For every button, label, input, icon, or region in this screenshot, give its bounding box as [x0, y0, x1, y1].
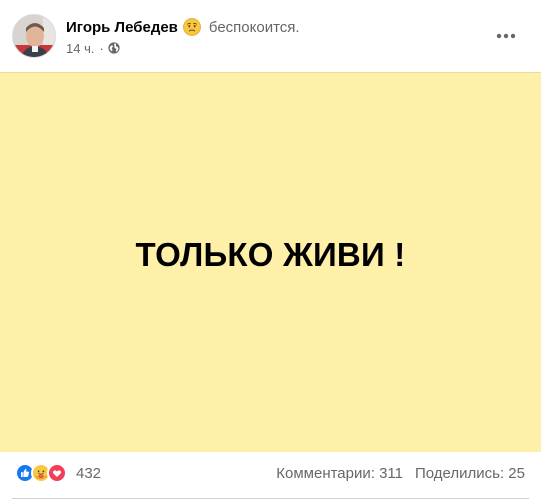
post-header: Игорь Лебедев беспокоится. 14 ч. · — [0, 0, 541, 72]
reaction-count: 432 — [76, 464, 102, 482]
reactions-summary[interactable]: 432 — [15, 463, 101, 483]
shares-count-link[interactable]: Поделились: 25 — [415, 465, 525, 482]
avatar-image — [13, 15, 55, 57]
author-line: Игорь Лебедев беспокоится. — [66, 17, 300, 37]
post-meta: 14 ч. · — [66, 40, 120, 56]
engagement-stats: Комментарии: 311 Поделились: 25 — [276, 465, 525, 482]
post-card: Игорь Лебедев беспокоится. 14 ч. · ТОЛЬК… — [0, 0, 541, 499]
post-text: ТОЛЬКО ЖИВИ ! — [135, 235, 406, 273]
worried-face-icon — [183, 18, 201, 36]
post-footer: 432 Комментарии: 311 Поделились: 25 — [0, 452, 541, 499]
globe-icon[interactable] — [108, 42, 120, 54]
author-avatar[interactable] — [12, 14, 56, 58]
post-content[interactable]: ТОЛЬКО ЖИВИ ! — [0, 72, 541, 452]
author-name[interactable]: Игорь Лебедев — [66, 19, 178, 36]
post-timestamp[interactable]: 14 ч. — [66, 41, 94, 56]
more-options-button[interactable] — [488, 18, 524, 54]
feeling-status: беспокоится. — [208, 18, 300, 36]
meta-separator: · — [99, 40, 104, 56]
comments-count-link[interactable]: Комментарии: 311 — [276, 465, 403, 482]
more-options-icon — [496, 33, 516, 39]
love-icon — [47, 463, 67, 483]
